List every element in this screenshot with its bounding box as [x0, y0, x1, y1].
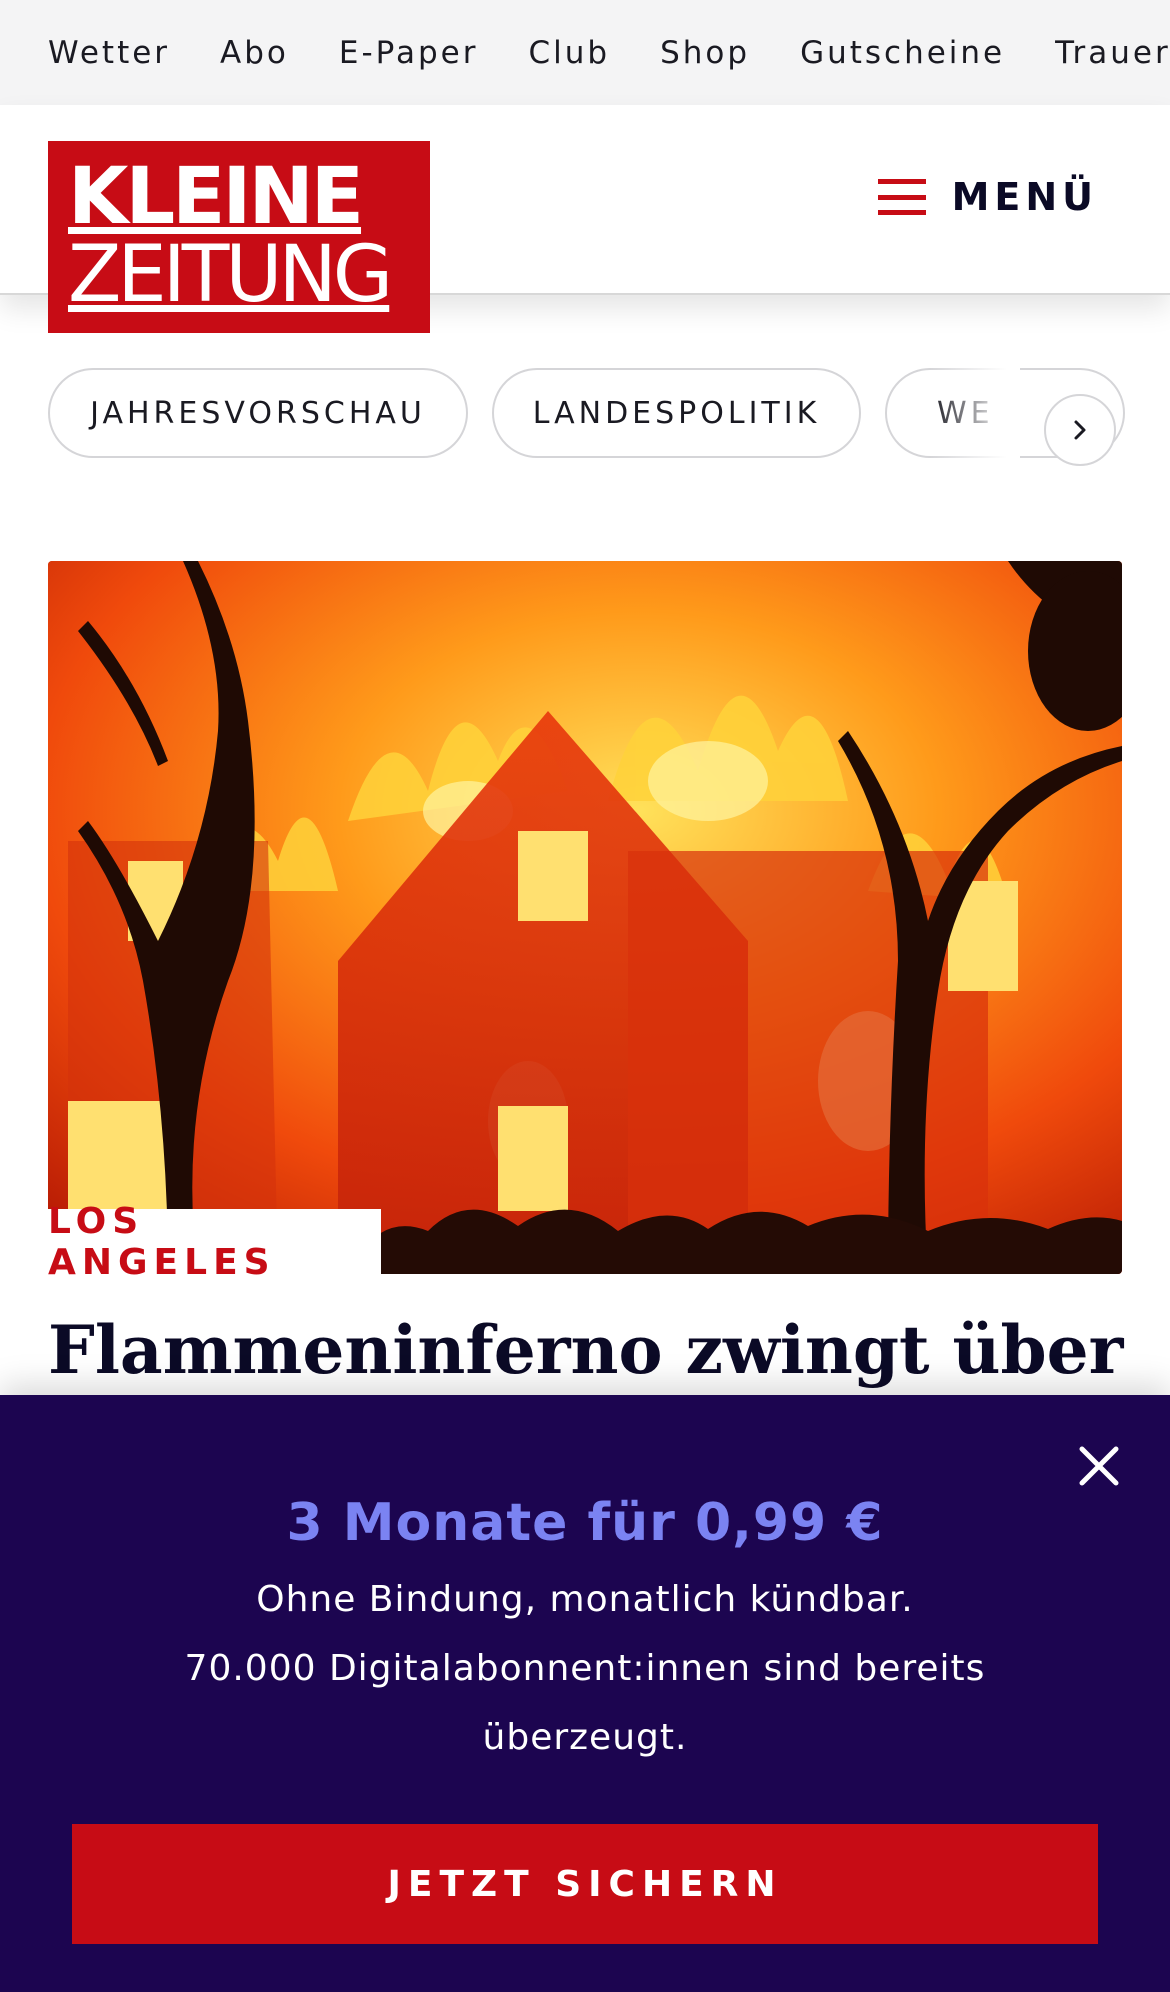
article-kicker: LOS ANGELES [48, 1201, 276, 1283]
site-header: KLEINE ZEITUNG MENÜ [0, 105, 1170, 333]
promo-line-2: 70.000 Digitalabonnent:innen sind bereit… [184, 1648, 986, 1758]
logo-text-top: KLEINE [68, 152, 364, 242]
topic-pills: JAHRESVORSCHAU LANDESPOLITIK WE [0, 368, 1170, 466]
nav-link-abo[interactable]: Abo [220, 35, 289, 71]
promo-title: 3 Monate für 0,99 € [286, 1493, 884, 1553]
chevron-right-icon [1074, 420, 1086, 440]
nav-link-gutscheine[interactable]: Gutscheine [800, 35, 1005, 71]
logo-text-bottom: ZEITUNG [68, 230, 393, 320]
nav-link-wetter[interactable]: Wetter [48, 35, 170, 71]
article-headline[interactable]: Flammeninferno zwingt über [48, 1310, 1128, 1390]
topic-pill-landespolitik[interactable]: LANDESPOLITIK [492, 368, 861, 458]
jetzt-sichern-button[interactable]: JETZT SICHERN [72, 1824, 1098, 1944]
site-logo[interactable]: KLEINE ZEITUNG [48, 141, 430, 333]
pills-next-button[interactable] [1044, 394, 1116, 466]
menu-button[interactable]: MENÜ [877, 175, 1098, 219]
article-kicker-box: LOS ANGELES [48, 1201, 381, 1283]
close-icon [1079, 1446, 1119, 1486]
topic-pill-jahresvorschau[interactable]: JAHRESVORSCHAU [48, 368, 468, 458]
nav-link-epaper[interactable]: E-Paper [339, 35, 479, 71]
top-utility-nav: Wetter Abo E-Paper Club Shop Gutscheine … [0, 0, 1170, 105]
nav-link-shop[interactable]: Shop [660, 35, 750, 71]
subscription-promo-banner: 3 Monate für 0,99 € Ohne Bindung, monatl… [0, 1395, 1170, 1992]
article-hero-image[interactable] [48, 561, 1122, 1274]
promo-close-button[interactable] [1074, 1441, 1124, 1491]
burning-house-photo [48, 561, 1122, 1274]
promo-line-1: Ohne Bindung, monatlich kündbar. [256, 1579, 914, 1620]
pills-fade [930, 368, 1020, 460]
hamburger-icon [877, 179, 926, 215]
nav-link-club[interactable]: Club [528, 35, 610, 71]
nav-link-trauerportal[interactable]: Trauerpo [1055, 35, 1170, 71]
menu-label: MENÜ [951, 175, 1098, 219]
promo-description: Ohne Bindung, monatlich kündbar. 70.000 … [140, 1565, 1030, 1772]
